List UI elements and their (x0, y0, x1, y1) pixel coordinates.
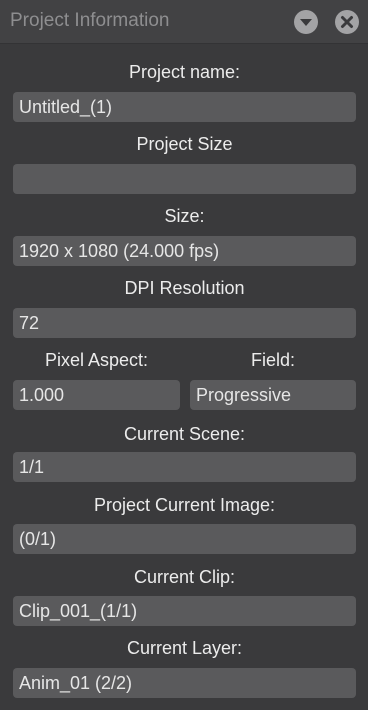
current-clip-field[interactable]: Clip_001_(1/1) (13, 596, 356, 626)
pixel-aspect-field[interactable]: 1.000 (13, 380, 180, 410)
close-circle-icon[interactable] (335, 10, 359, 34)
size-label: Size: (164, 206, 205, 226)
field-label: Field: (250, 350, 295, 370)
project-name-label: Project name: (128, 62, 241, 82)
dpi-resolution-label: DPI Resolution (124, 278, 245, 298)
current-scene-field[interactable]: 1/1 (13, 452, 356, 482)
project-current-image-label: Project Current Image: (93, 495, 276, 515)
chevron-down-circle-icon[interactable] (294, 10, 318, 34)
project-current-image-field[interactable]: (0/1) (13, 524, 356, 554)
project-name-field[interactable]: Untitled_(1) (13, 92, 356, 122)
project-information-panel: Project Information Project name: Untitl… (0, 0, 368, 710)
size-field[interactable]: 1920 x 1080 (24.000 fps) (13, 236, 356, 266)
project-size-field[interactable] (13, 164, 356, 194)
panel-title: Project Information (10, 10, 170, 31)
current-layer-label: Current Layer: (126, 638, 243, 658)
dpi-resolution-field[interactable]: 72 (13, 308, 356, 338)
panel-titlebar[interactable]: Project Information (0, 0, 368, 44)
project-size-label: Project Size (136, 134, 233, 154)
current-layer-field[interactable]: Anim_01 (2/2) (13, 668, 356, 698)
field-type-field[interactable]: Progressive (190, 380, 356, 410)
current-clip-label: Current Clip: (133, 567, 236, 587)
pixel-aspect-label: Pixel Aspect: (44, 350, 149, 370)
current-scene-label: Current Scene: (123, 424, 246, 444)
